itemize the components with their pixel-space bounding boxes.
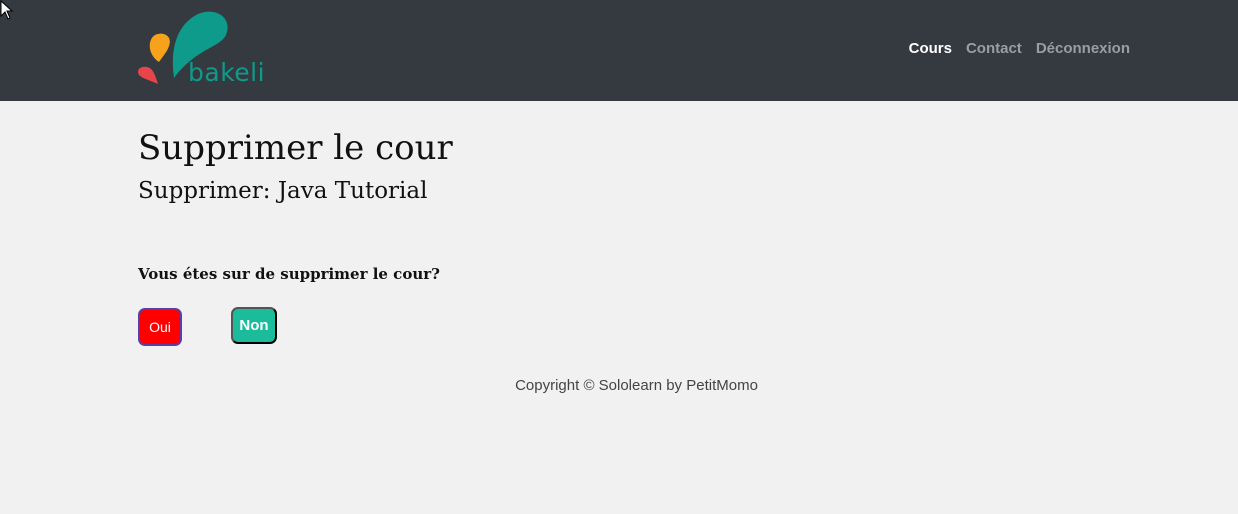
nav-item-cours[interactable]: Cours — [909, 40, 952, 57]
logo-wordmark: bakeli — [188, 58, 266, 87]
nav-item-contact[interactable]: Contact — [966, 40, 1022, 57]
page-subtitle: Supprimer: Java Tutorial — [138, 178, 428, 204]
main-nav: Cours Contact Déconnexion — [909, 40, 1130, 57]
delete-confirmation-question: Vous étes sur de supprimer le cour? — [138, 265, 440, 283]
top-navbar: bakeli Cours Contact Déconnexion — [0, 0, 1238, 101]
page-title: Supprimer le cour — [138, 128, 453, 168]
bakeli-logo[interactable]: bakeli — [136, 10, 281, 92]
cancel-delete-button[interactable]: Non — [231, 307, 277, 344]
nav-item-deconnexion[interactable]: Déconnexion — [1036, 40, 1130, 57]
confirm-delete-button[interactable]: Oui — [138, 308, 182, 346]
mouse-cursor-icon — [0, 0, 14, 20]
footer-copyright: Copyright © Sololearn by PetitMomo — [515, 377, 758, 394]
